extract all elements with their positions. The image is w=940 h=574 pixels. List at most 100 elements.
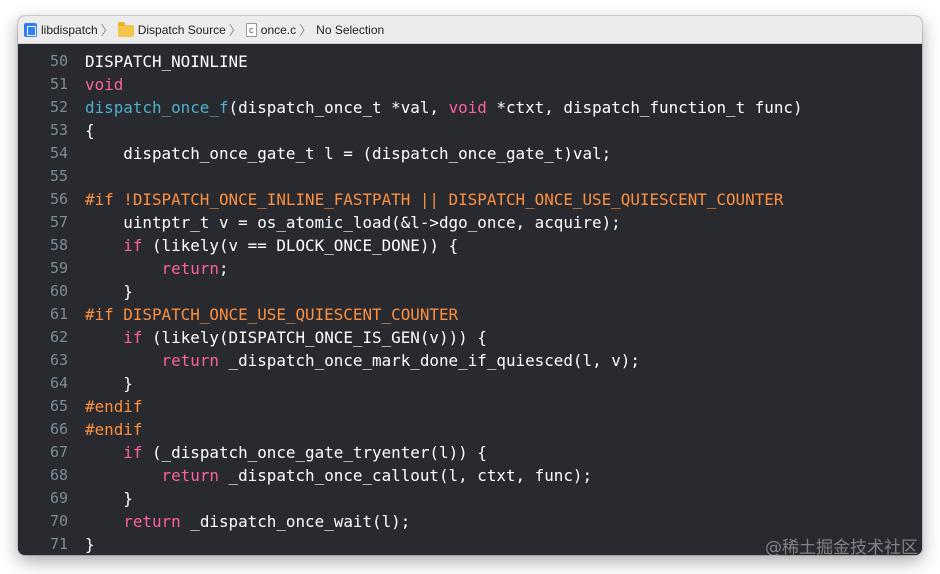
code-line[interactable]: 71}	[18, 533, 95, 555]
line-number: 51	[49, 75, 68, 93]
jumpbar-item-group[interactable]: Dispatch Source	[117, 21, 226, 37]
jumpbar-item-label: once.c	[260, 22, 297, 37]
code-text: #if DISPATCH_ONCE_USE_QUIESCENT_COUNTER	[68, 303, 458, 326]
code-line[interactable]: 58 if (likely(v == DLOCK_ONCE_DONE)) {	[18, 234, 458, 257]
line-number: 65	[49, 397, 68, 415]
line-number: 58	[49, 236, 68, 254]
code-line[interactable]: 66 #endif	[18, 418, 142, 441]
code-token: #if DISPATCH_ONCE_USE_QUIESCENT_COUNTER	[85, 305, 459, 324]
code-text: }	[68, 487, 133, 510]
jumpbar-item-label: Dispatch Source	[137, 22, 226, 37]
code-line[interactable]: 50 DISPATCH_NOINLINE	[18, 50, 248, 73]
code-text: #endif	[68, 418, 142, 441]
code-line[interactable]: 63 return _dispatch_once_mark_done_if_qu…	[18, 349, 640, 372]
jumpbar-item-file[interactable]: c once.c	[245, 22, 297, 37]
code-text: #if !DISPATCH_ONCE_INLINE_FASTPATH || DI…	[68, 188, 783, 211]
code-line[interactable]: 55	[18, 165, 85, 188]
line-number: 69	[49, 489, 68, 507]
code-token: dispatch_once_f	[85, 98, 229, 117]
code-token: _dispatch_once_mark_done_if_quiesced(l, …	[218, 351, 640, 370]
code-token: _dispatch_once_wait(l);	[180, 512, 411, 531]
code-token: }	[85, 282, 133, 301]
code-token: }	[85, 535, 95, 554]
code-token: *ctxt, dispatch_function_t func)	[486, 98, 803, 117]
xcode-editor-window: libdispatch 〉 Dispatch Source 〉 c once.c…	[18, 16, 922, 555]
code-text: uintptr_t v = os_atomic_load(&l->dgo_onc…	[68, 211, 621, 234]
code-line[interactable]: 60 }	[18, 280, 133, 303]
line-number: 66	[49, 420, 68, 438]
code-line[interactable]: 65 #endif	[18, 395, 142, 418]
code-line[interactable]: 62 if (likely(DISPATCH_ONCE_IS_GEN(v))) …	[18, 326, 487, 349]
code-line[interactable]: 52 dispatch_once_f(dispatch_once_t *val, …	[18, 96, 803, 119]
code-line[interactable]: 59 return;	[18, 257, 229, 280]
line-number: 70	[49, 512, 68, 530]
code-line[interactable]: 56 #if !DISPATCH_ONCE_INLINE_FASTPATH || …	[18, 188, 783, 211]
jumpbar-item-selection[interactable]: No Selection	[316, 23, 384, 37]
code-token: {	[85, 121, 95, 140]
code-line[interactable]: 70 return _dispatch_once_wait(l);	[18, 510, 410, 533]
code-token: #endif	[85, 420, 143, 439]
code-token: uintptr_t v = os_atomic_load(&l->dgo_onc…	[85, 213, 621, 232]
code-token: return	[161, 259, 219, 278]
jumpbar-item-label: No Selection	[316, 22, 385, 37]
code-text: dispatch_once_f(dispatch_once_t *val, vo…	[68, 96, 803, 119]
code-text: if (likely(DISPATCH_ONCE_IS_GEN(v))) {	[68, 326, 487, 349]
code-text: }	[68, 280, 133, 303]
line-number: 59	[49, 259, 68, 277]
code-line[interactable]: 64 }	[18, 372, 133, 395]
code-text: dispatch_once_gate_t l = (dispatch_once_…	[68, 142, 611, 165]
code-text: return _dispatch_once_mark_done_if_quies…	[68, 349, 640, 372]
code-token: }	[85, 489, 133, 508]
code-token: #endif	[85, 397, 143, 416]
code-line[interactable]: 54 dispatch_once_gate_t l = (dispatch_on…	[18, 142, 611, 165]
code-token: if	[123, 236, 143, 255]
code-token: }	[85, 374, 133, 393]
jumpbar-item-project[interactable]: libdispatch	[24, 22, 98, 37]
code-line[interactable]: 67 if (_dispatch_once_gate_tryenter(l)) …	[18, 441, 487, 464]
code-text: }	[68, 372, 133, 395]
code-token: #if !DISPATCH_ONCE_INLINE_FASTPATH || DI…	[85, 190, 784, 209]
chevron-right-icon: 〉	[299, 23, 313, 38]
code-line[interactable]: 61 #if DISPATCH_ONCE_USE_QUIESCENT_COUNTE…	[18, 303, 458, 326]
code-token: (dispatch_once_t *val,	[228, 98, 449, 117]
code-token: ;	[218, 259, 229, 278]
line-number: 71	[49, 535, 68, 553]
code-token: DISPATCH_NOINLINE	[85, 52, 248, 71]
code-text: return;	[68, 257, 229, 280]
code-line[interactable]: 57 uintptr_t v = os_atomic_load(&l->dgo_…	[18, 211, 621, 234]
line-number: 53	[49, 121, 68, 139]
jump-bar: libdispatch 〉 Dispatch Source 〉 c once.c…	[18, 16, 922, 44]
watermark: @稀土掘金技术社区	[765, 538, 918, 558]
line-number: 60	[49, 282, 68, 300]
code-line[interactable]: 53 {	[18, 119, 95, 142]
code-line[interactable]: 69 }	[18, 487, 133, 510]
chevron-right-icon: 〉	[228, 23, 242, 38]
line-number: 62	[49, 328, 68, 346]
code-line[interactable]: 51 void	[18, 73, 123, 96]
folder-icon	[117, 21, 134, 37]
c-file-icon: c	[245, 22, 257, 37]
line-number: 57	[49, 213, 68, 231]
jumpbar-item-label: libdispatch	[41, 22, 98, 37]
code-text: {	[68, 119, 95, 142]
line-number: 56	[49, 190, 68, 208]
line-number: 63	[49, 351, 68, 369]
code-token: if	[123, 443, 143, 462]
code-token: return	[161, 351, 219, 370]
line-number: 68	[49, 466, 68, 484]
code-token: dispatch_once_gate_t l = (dispatch_once_…	[85, 144, 612, 163]
code-line[interactable]: 68 return _dispatch_once_callout(l, ctxt…	[18, 464, 592, 487]
line-number: 55	[49, 167, 68, 185]
code-token: (_dispatch_once_gate_tryenter(l)) {	[142, 443, 487, 462]
code-text: }	[68, 533, 95, 555]
code-token: return	[161, 466, 219, 485]
project-icon	[24, 22, 37, 37]
code-token: void	[85, 75, 124, 94]
line-number: 54	[49, 144, 68, 162]
code-text: void	[68, 73, 123, 96]
source-editor[interactable]: 50 DISPATCH_NOINLINE 51 void 52 dispatch_once…	[18, 44, 922, 555]
